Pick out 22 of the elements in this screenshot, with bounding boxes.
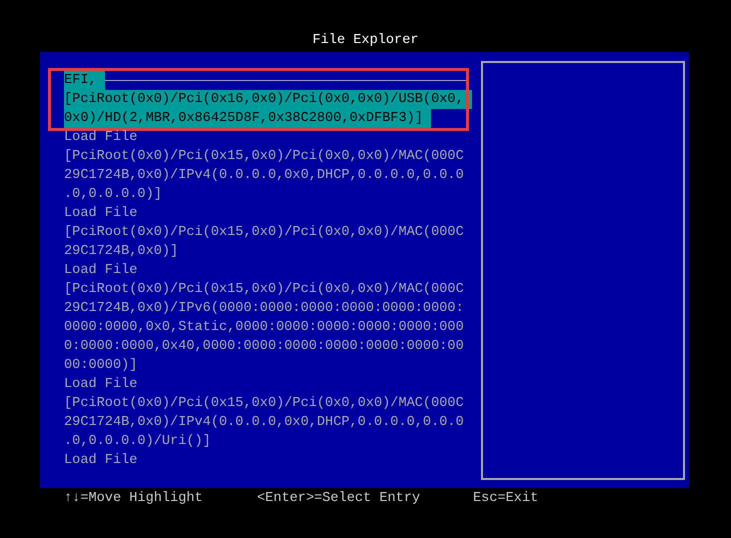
entry-line[interactable]: [PciRoot(0x0)/Pci(0x15,0x0)/Pci(0x0,0x0)/MAC(000C [64, 223, 472, 242]
entry-line[interactable]: Load File [64, 375, 146, 394]
entry-line[interactable]: [PciRoot(0x0)/Pci(0x15,0x0)/Pci(0x0,0x0)/MAC(000C [64, 147, 472, 166]
entry-line[interactable]: [PciRoot(0x0)/Pci(0x15,0x0)/Pci(0x0,0x0)/MAC(000C [64, 394, 472, 413]
entry-line[interactable]: 29C1724B,0x0)/IPv6(0000:0000:0000:0000:0000:0000: [64, 299, 472, 318]
entry-line[interactable]: 0000:0000,0x0,Static,0000:0000:0000:0000:0000:000 [64, 318, 472, 337]
entry-line[interactable]: 29C1724B,0x0)] [64, 242, 186, 261]
entry-line[interactable]: .0,0.0.0.0)/Uri()] [64, 432, 219, 451]
key-hint: Esc=Exit [473, 490, 540, 508]
key-hint: <Enter>=Select Entry [257, 490, 422, 508]
entry-line[interactable]: 29C1724B,0x0)/IPv4(0.0.0.0,0x0,DHCP,0.0.0.0,0.0.0 [64, 413, 472, 432]
entry-line[interactable]: Load File [64, 204, 146, 223]
entry-line[interactable]: 0:0000:0000,0x40,0000:0000:0000:0000:0000:0000:00 [64, 337, 472, 356]
entry-line[interactable]: [PciRoot(0x0)/Pci(0x15,0x0)/Pci(0x0,0x0)/MAC(000C [64, 280, 472, 299]
entry-line[interactable]: Load File [64, 451, 146, 470]
entry-line[interactable]: 29C1724B,0x0)/IPv4(0.0.0.0,0x0,DHCP,0.0.0.0,0.0.0 [64, 166, 472, 185]
window-title: File Explorer [312, 32, 419, 50]
entry-line[interactable]: Load File [64, 261, 146, 280]
entry-line[interactable]: .0,0.0.0.0)] [64, 185, 170, 204]
entry-line[interactable]: Load File [64, 128, 146, 147]
key-hint: ↑↓=Move Highlight [64, 490, 204, 508]
entry-line[interactable]: 00:0000)] [64, 356, 146, 375]
